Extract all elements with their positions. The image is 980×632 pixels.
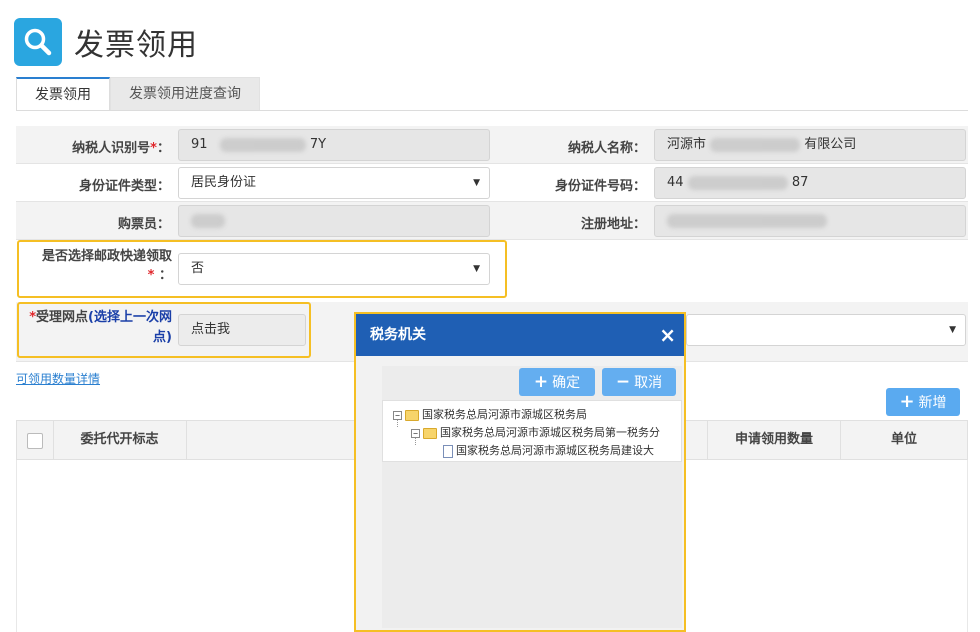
form-row-post: 是否选择邮政快递领取 * ： 否 ▼ [16,240,968,300]
page-title: 发票领用 [74,28,198,63]
invoice-page: 发票领用 发票领用 发票领用进度查询 纳税人识别号*： 91 7Y 纳税人名称：… [0,0,980,632]
chevron-down-icon: ▼ [473,264,480,274]
close-icon[interactable]: × [659,314,676,356]
column-unit: 单位 [890,432,917,447]
folder-icon [405,409,419,421]
minus-icon: − [615,372,631,392]
tab-progress-query[interactable]: 发票领用进度查询 [110,77,260,111]
id-type-select[interactable]: 居民身份证 ▼ [178,167,490,199]
document-icon [443,444,453,458]
service-point-field[interactable]: 点击我 [178,314,306,346]
cancel-button[interactable]: − 取消 [602,368,676,396]
form-row-id: 身份证件类型： 居民身份证 ▼ 身份证件号码： 44 87 [16,164,968,202]
form-row-buyer: 购票员： 注册地址： [16,202,968,240]
column-entrust-flag: 委托代开标志 [53,421,187,459]
page-header: 发票领用 [14,14,198,70]
add-button[interactable]: + 新增 [886,388,960,416]
quantity-detail-link[interactable]: 可领用数量详情 [16,370,100,387]
collapse-icon[interactable]: − [393,410,402,420]
column-apply-quantity: 申请领用数量 [707,421,841,459]
folder-icon [423,427,437,439]
taxpayer-id-label: 纳税人识别号*： [72,141,170,156]
dialog-header: 税务机关 × [356,314,684,356]
plus-icon: + [899,391,915,412]
post-delivery-select[interactable]: 否 ▼ [178,253,490,285]
tab-divider [16,110,968,111]
tree-node[interactable]: − 国家税务总局河源市源城区税务局 [393,406,587,424]
form-row-taxpayer: 纳税人识别号*： 91 7Y 纳税人名称： 河源市 有限公司 [16,126,968,164]
id-type-label: 身份证件类型： [78,179,170,194]
address-field [654,205,966,237]
buyer-field [178,205,490,237]
tree-node[interactable]: − 国家税务总局河源市源城区税务局第一税务分 [411,424,660,442]
collapse-icon[interactable]: − [411,428,420,438]
dialog-title: 税务机关 [370,327,426,343]
tax-authority-tree: − 国家税务总局河源市源城区税务局 − 国家税务总局河源市源城区税务局第一税务分… [382,400,682,462]
tab-invoice-apply[interactable]: 发票领用 [16,77,110,111]
chevron-down-icon: ▼ [473,178,480,188]
buyer-label: 购票员： [117,217,170,232]
search-icon [14,18,62,66]
taxpayer-name-label: 纳税人名称： [567,141,646,156]
id-number-field: 44 87 [654,167,966,199]
dialog-body: + 确定 − 取消 − 国家税务总局河源市源城区税务局 − 国家税务总局河源市源… [382,366,682,628]
post-delivery-label: 是否选择邮政快递领取 * ： [41,249,172,283]
service-point-select[interactable]: ▼ [686,314,966,346]
taxpayer-id-field: 91 7Y [178,129,490,161]
service-point-label: *受理网点(选择上一次网点) [29,310,172,345]
address-label: 注册地址： [580,217,646,232]
chevron-down-icon: ▼ [949,325,956,335]
tree-node[interactable]: 国家税务总局河源市源城区税务局建设大 [443,442,654,460]
plus-icon: + [533,372,549,392]
confirm-button[interactable]: + 确定 [519,368,595,396]
id-number-label: 身份证件号码： [554,179,646,194]
tax-authority-dialog: 税务机关 × + 确定 − 取消 − 国家税务总局河源市源城区税务局 − 国家税… [354,312,686,632]
tab-bar: 发票领用 发票领用进度查询 [16,77,260,111]
select-all-checkbox[interactable] [27,433,43,449]
taxpayer-name-field: 河源市 有限公司 [654,129,966,161]
